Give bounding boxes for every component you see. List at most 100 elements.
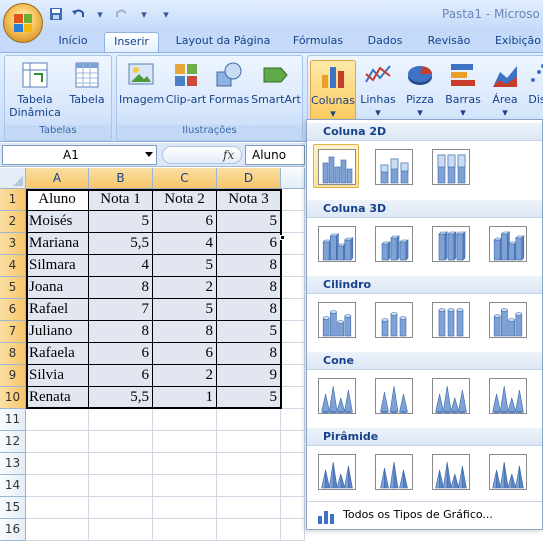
row-header-9[interactable]: 9 [0, 365, 26, 387]
tab-formulas[interactable]: Fórmulas [286, 32, 350, 52]
data-cell[interactable]: 5 [89, 211, 153, 233]
empty-cell[interactable] [89, 409, 153, 431]
chart-type-col-2[interactable] [370, 144, 416, 188]
data-cell[interactable]: Renata [26, 387, 89, 409]
tab-layout-da-pagina[interactable]: Layout da Página [170, 32, 276, 52]
tab-exibicao[interactable]: Exibição [488, 32, 543, 52]
empty-cell[interactable] [217, 497, 281, 519]
data-cell[interactable]: 8 [217, 277, 281, 299]
empty-cell[interactable] [153, 453, 217, 475]
column-header-a[interactable]: A [26, 168, 89, 189]
name-box-dropdown-icon[interactable] [145, 152, 153, 157]
chart-type-cone-4[interactable] [484, 373, 530, 417]
chart-type-cone-2[interactable] [370, 373, 416, 417]
tabela-dinamica-button[interactable]: Tabela Dinâmica [7, 60, 63, 119]
chart-type-col-3[interactable] [427, 144, 473, 188]
smartart-button[interactable]: SmartArt [251, 60, 301, 106]
data-cell[interactable]: 6 [89, 365, 153, 387]
data-cell[interactable]: 6 [153, 211, 217, 233]
pizza-button[interactable]: Pizza ▾ [400, 60, 440, 119]
empty-cell[interactable] [281, 387, 305, 409]
office-button[interactable] [3, 3, 43, 43]
data-cell[interactable]: Juliano [26, 321, 89, 343]
tab-revisao[interactable]: Revisão [420, 32, 478, 52]
redo-icon[interactable] [114, 6, 130, 22]
data-cell[interactable]: 5 [217, 321, 281, 343]
empty-cell[interactable] [26, 453, 89, 475]
formula-input[interactable]: Aluno [245, 145, 305, 165]
chart-type-pyr-2[interactable] [370, 449, 416, 493]
fill-handle[interactable] [280, 235, 285, 240]
empty-cell[interactable] [26, 519, 89, 541]
save-icon[interactable] [48, 6, 64, 22]
empty-cell[interactable] [89, 497, 153, 519]
data-cell[interactable]: 8 [217, 343, 281, 365]
empty-cell[interactable] [217, 409, 281, 431]
tabela-button[interactable]: Tabela [65, 60, 109, 106]
empty-cell[interactable] [26, 475, 89, 497]
data-cell[interactable]: 2 [153, 365, 217, 387]
data-cell[interactable]: 8 [217, 299, 281, 321]
empty-cell[interactable] [26, 497, 89, 519]
data-cell[interactable]: 5 [153, 255, 217, 277]
row-header-6[interactable]: 6 [0, 299, 26, 321]
empty-cell[interactable] [281, 365, 305, 387]
empty-cell[interactable] [281, 497, 305, 519]
area-button[interactable]: Área ▾ [486, 60, 524, 119]
insert-function-icon[interactable]: fx [223, 148, 234, 162]
chart-type-cyl-4[interactable] [484, 297, 530, 341]
empty-cell[interactable] [26, 431, 89, 453]
row-header-5[interactable]: 5 [0, 277, 26, 299]
data-cell[interactable]: 6 [89, 343, 153, 365]
row-header-4[interactable]: 4 [0, 255, 26, 277]
empty-cell[interactable] [153, 431, 217, 453]
row-header-11[interactable]: 11 [0, 409, 26, 431]
chart-type-col3d-3[interactable] [427, 221, 473, 265]
empty-cell[interactable] [153, 475, 217, 497]
column-header-c[interactable]: C [153, 168, 217, 189]
data-cell[interactable]: 8 [217, 255, 281, 277]
tab-dados[interactable]: Dados [360, 32, 410, 52]
empty-cell[interactable] [217, 519, 281, 541]
data-cell[interactable]: 7 [89, 299, 153, 321]
chart-type-pyr-3[interactable] [427, 449, 473, 493]
row-header-3[interactable]: 3 [0, 233, 26, 255]
data-cell[interactable]: 5,5 [89, 387, 153, 409]
data-cell[interactable]: Joana [26, 277, 89, 299]
undo-icon[interactable] [70, 6, 86, 22]
empty-cell[interactable] [281, 453, 305, 475]
undo-dropdown-icon[interactable]: ▾ [92, 6, 108, 22]
empty-cell[interactable] [281, 409, 305, 431]
row-header-12[interactable]: 12 [0, 431, 26, 453]
row-header-1[interactable]: 1 [0, 189, 26, 211]
dispersao-button[interactable]: Dis [526, 60, 543, 106]
data-cell[interactable]: 9 [217, 365, 281, 387]
data-cell[interactable]: 4 [153, 233, 217, 255]
imagem-button[interactable]: Imagem [119, 60, 164, 106]
column-header-d[interactable]: D [217, 168, 281, 189]
row-header-15[interactable]: 15 [0, 497, 26, 519]
empty-cell[interactable] [281, 299, 305, 321]
all-chart-types-link[interactable]: Todos os Tipos de Gráfico... [307, 501, 542, 529]
data-cell[interactable]: Rafaela [26, 343, 89, 365]
chart-type-col3d-1[interactable] [313, 221, 359, 265]
empty-cell[interactable] [217, 431, 281, 453]
empty-cell[interactable] [217, 453, 281, 475]
redo-dropdown-icon[interactable]: ▾ [136, 6, 152, 22]
row-header-10[interactable]: 10 [0, 387, 26, 409]
chart-type-cone-3[interactable] [427, 373, 473, 417]
empty-cell[interactable] [89, 453, 153, 475]
empty-cell[interactable] [153, 497, 217, 519]
data-cell[interactable]: 5 [217, 387, 281, 409]
row-header-13[interactable]: 13 [0, 453, 26, 475]
empty-cell[interactable] [281, 277, 305, 299]
empty-cell[interactable] [89, 519, 153, 541]
data-cell[interactable]: Moisés [26, 211, 89, 233]
row-header-14[interactable]: 14 [0, 475, 26, 497]
chart-type-pyr-4[interactable] [484, 449, 530, 493]
empty-cell[interactable] [281, 321, 305, 343]
row-header-16[interactable]: 16 [0, 519, 26, 541]
name-box[interactable]: A1 [2, 145, 157, 165]
tab-inserir[interactable]: Inserir [104, 32, 159, 52]
column-header-b[interactable]: B [89, 168, 153, 189]
